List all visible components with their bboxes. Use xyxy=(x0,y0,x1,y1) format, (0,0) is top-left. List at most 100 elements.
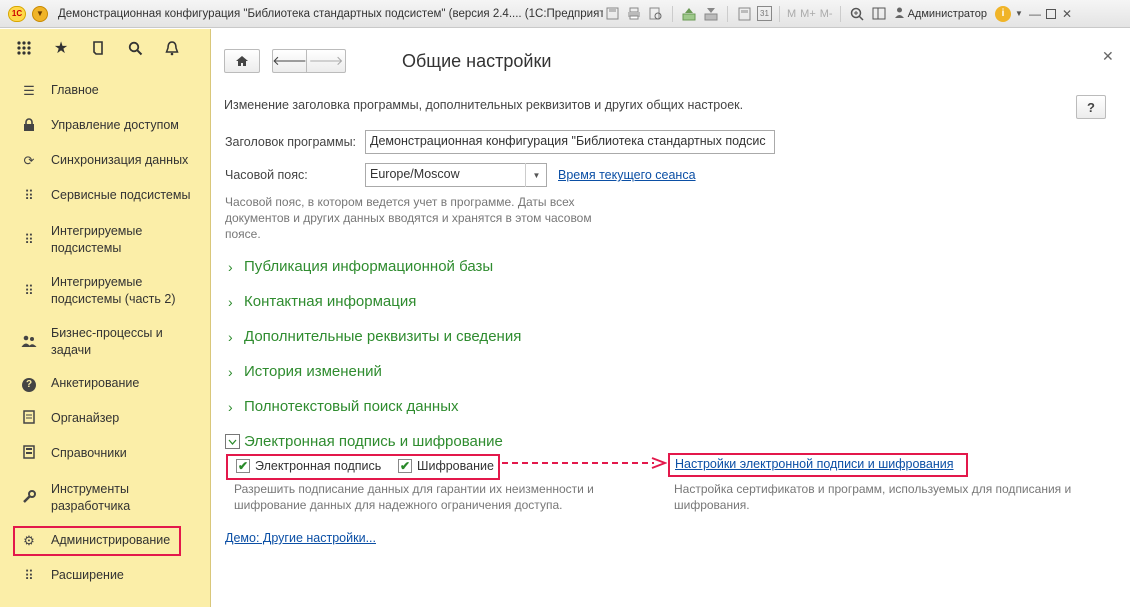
history-icon[interactable] xyxy=(88,38,108,58)
toolbar-divider xyxy=(839,5,841,22)
memory-button[interactable]: M xyxy=(787,8,796,20)
dashed-arrow-icon xyxy=(502,457,667,469)
chevron-right-icon: › xyxy=(228,363,233,380)
apps-grid-icon[interactable] xyxy=(14,38,34,58)
sidebar-item-label: Главное xyxy=(51,83,99,97)
home-button[interactable] xyxy=(224,49,260,73)
group-title: Электронная подпись и шифрование xyxy=(244,433,503,450)
main-menu-button[interactable]: ▼ xyxy=(32,5,48,22)
back-button[interactable]: 🡐 xyxy=(272,49,307,73)
minimize-icon[interactable]: — xyxy=(1027,6,1043,22)
book-icon xyxy=(20,445,38,462)
chevron-right-icon: › xyxy=(228,293,233,310)
timezone-select[interactable]: Europe/Moscow xyxy=(365,163,547,187)
sidebar-item-label: Интегрируемые подсистемы xyxy=(51,224,143,255)
sidebar-item-label: Расширение xyxy=(51,568,124,582)
people-icon xyxy=(20,335,38,350)
toolbar-divider xyxy=(727,5,728,22)
group-digital-signature[interactable]: Электронная подпись и шифрование xyxy=(225,433,503,450)
lock-icon xyxy=(20,117,38,134)
calculator-icon[interactable] xyxy=(735,5,753,23)
group-publication[interactable]: › Публикация информационной базы xyxy=(228,258,493,275)
home-icon xyxy=(236,56,248,66)
chevron-down-icon[interactable]: ▼ xyxy=(1011,6,1027,22)
group-title: Контактная информация xyxy=(244,293,417,310)
sidebar-item-questionnaires[interactable]: ? Анкетирование xyxy=(14,375,210,392)
close-window-icon[interactable]: ✕ xyxy=(1059,6,1075,22)
sync-icon: ⟳ xyxy=(23,152,35,168)
forward-button[interactable]: 🡒 xyxy=(306,49,346,73)
window-title: Демонстрационная конфигурация "Библиотек… xyxy=(58,7,603,20)
close-icon[interactable]: ✕ xyxy=(1102,48,1114,65)
save-icon[interactable] xyxy=(603,5,621,23)
page-title: Общие настройки xyxy=(402,51,552,71)
sidebar-item-extension[interactable]: ⠿ Расширение xyxy=(14,567,210,584)
info-icon[interactable]: i xyxy=(994,5,1011,22)
chevron-right-icon: › xyxy=(228,258,233,275)
calendar-icon[interactable]: 31 xyxy=(757,6,772,21)
sidebar-item-label: Справочники xyxy=(51,446,127,460)
group-title: История изменений xyxy=(244,363,382,380)
toolbar: 31 M M+ M- xyxy=(603,5,888,23)
print-icon[interactable] xyxy=(625,5,643,23)
user-icon xyxy=(894,7,905,21)
sidebar-item-label: Интегрируемые подсистемы (часть 2) xyxy=(51,275,176,306)
sidebar-item-developer-tools[interactable]: Инструменты разработчика xyxy=(14,481,210,515)
upload-icon[interactable] xyxy=(680,5,698,23)
checkboxes-highlight xyxy=(226,454,500,480)
search-icon[interactable] xyxy=(125,38,145,58)
sidebar-item-integrated-subsystems-2[interactable]: ⠿ Интегрируемые подсистемы (часть 2) xyxy=(14,274,210,308)
sidebar-item-data-sync[interactable]: ⟳ Синхронизация данных xyxy=(14,152,210,169)
program-title-input[interactable]: Демонстрационная конфигурация "Библиотек… xyxy=(365,130,775,154)
notebook-icon xyxy=(20,410,38,427)
subsystems-icon: ⠿ xyxy=(24,187,34,203)
sidebar-item-integrated-subsystems[interactable]: ⠿ Интегрируемые подсистемы xyxy=(14,223,210,257)
sidebar-toolbar: ★ xyxy=(0,29,210,67)
timezone-hint: Часовой пояс, в котором ведется учет в п… xyxy=(225,195,592,241)
group-additional-attributes[interactable]: › Дополнительные реквизиты и сведения xyxy=(228,328,521,345)
panel-toggle-icon[interactable] xyxy=(870,5,888,23)
sidebar: ★ ☰ Главное Управление доступом ⟳ Синхро… xyxy=(0,29,211,607)
chevron-right-icon: › xyxy=(228,398,233,415)
sidebar-item-label: Органайзер xyxy=(51,411,120,425)
group-fulltext-search[interactable]: › Полнотекстовый поиск данных xyxy=(228,398,458,415)
toolbar-divider xyxy=(779,5,780,22)
sidebar-item-organizer[interactable]: Органайзер xyxy=(14,410,210,427)
user-menu[interactable]: Администратор xyxy=(894,7,987,21)
maximize-icon[interactable] xyxy=(1043,6,1059,22)
settings-link-highlight xyxy=(668,453,968,477)
memory-plus-button[interactable]: M+ xyxy=(800,8,816,20)
user-name: Администратор xyxy=(907,7,987,20)
sidebar-item-catalogs[interactable]: Справочники xyxy=(14,445,210,462)
main-content: 🡐 🡒 Общие настройки ✕ Изменение заголовк… xyxy=(212,29,1130,607)
wrench-icon xyxy=(20,489,38,507)
group-title: Публикация информационной базы xyxy=(244,258,494,275)
chevron-down-icon xyxy=(225,434,240,449)
menu-icon: ☰ xyxy=(23,82,35,98)
help-button[interactable]: ? xyxy=(1076,95,1106,119)
sidebar-item-label: Инструменты разработчика xyxy=(51,482,131,513)
download-icon[interactable] xyxy=(702,5,720,23)
group-title: Полнотекстовый поиск данных xyxy=(244,398,459,415)
extension-icon: ⠿ xyxy=(24,567,34,583)
administration-highlight xyxy=(13,526,181,556)
sidebar-item-label: Управление доступом xyxy=(51,118,179,132)
session-time-link[interactable]: Время текущего сеанса xyxy=(558,168,696,182)
sidebar-item-label: Сервисные подсистемы xyxy=(51,188,191,202)
sidebar-item-business-processes[interactable]: Бизнес-процессы и задачи xyxy=(14,325,210,359)
chevron-down-icon[interactable]: ▼ xyxy=(525,163,547,187)
group-contact-info[interactable]: › Контактная информация xyxy=(228,293,416,310)
sidebar-item-service-subsystems[interactable]: ⠿ Сервисные подсистемы xyxy=(14,187,210,204)
subsystems-icon: ⠿ xyxy=(24,283,34,298)
favorites-star-icon[interactable]: ★ xyxy=(51,38,71,58)
sidebar-item-access-control[interactable]: Управление доступом xyxy=(14,117,210,134)
preview-icon[interactable] xyxy=(647,5,665,23)
sidebar-item-main[interactable]: ☰ Главное xyxy=(14,82,210,99)
memory-minus-button[interactable]: M- xyxy=(820,8,833,20)
demo-other-settings-link[interactable]: Демо: Другие настройки... xyxy=(225,531,376,545)
notifications-bell-icon[interactable] xyxy=(162,38,182,58)
arrow-left-icon: 🡐 xyxy=(272,53,307,68)
subsystems-icon: ⠿ xyxy=(24,232,34,247)
zoom-icon[interactable] xyxy=(848,5,866,23)
group-change-history[interactable]: › История изменений xyxy=(228,363,382,380)
